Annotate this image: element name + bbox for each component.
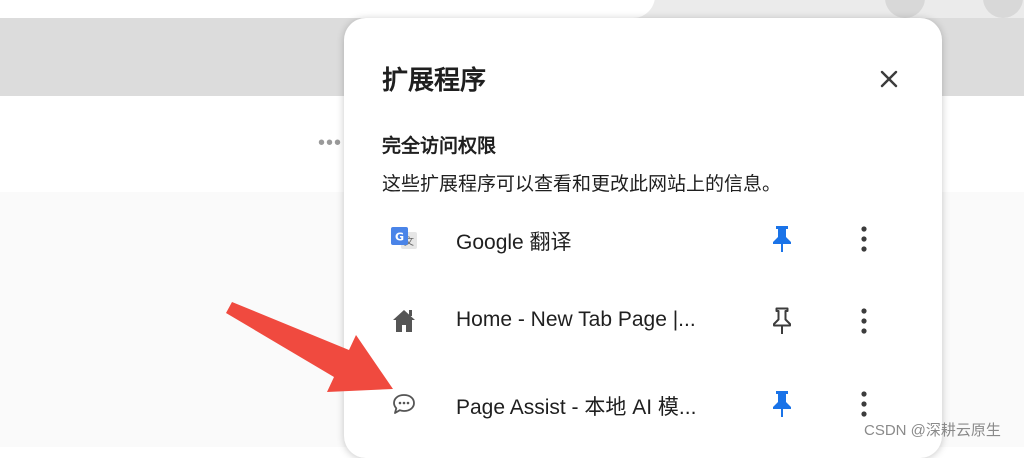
more-vert-icon — [861, 391, 867, 417]
close-icon — [880, 70, 898, 88]
home-icon — [388, 305, 420, 337]
extension-name: Home - New Tab Page |... — [456, 308, 696, 331]
extension-row-page-assist[interactable]: Page Assist - 本地 AI 模... — [344, 374, 942, 434]
pin-button[interactable] — [765, 386, 799, 422]
extensions-popup: 扩展程序 完全访问权限 这些扩展程序可以查看和更改此网站上的信息。 文 G Go… — [344, 18, 942, 458]
close-button[interactable] — [871, 61, 907, 97]
pin-filled-icon — [773, 391, 791, 417]
extension-row-home-new-tab[interactable]: Home - New Tab Page |... — [344, 291, 942, 351]
watermark: CSDN @深耕云原生 — [864, 422, 1001, 439]
pin-filled-icon — [773, 226, 791, 252]
pin-outline-icon — [773, 307, 791, 334]
more-options-dots[interactable]: ••• — [318, 132, 342, 155]
extension-row-google-translate[interactable]: 文 G Google 翻译 — [344, 209, 942, 269]
more-vert-icon — [861, 308, 867, 334]
extension-name: Google 翻译 — [456, 231, 572, 254]
extension-menu-button[interactable] — [852, 221, 876, 257]
section-title: 完全访问权限 — [382, 136, 497, 157]
popup-title: 扩展程序 — [382, 65, 487, 95]
google-translate-icon: 文 G — [388, 223, 420, 255]
extension-name: Page Assist - 本地 AI 模... — [456, 396, 697, 419]
address-bar[interactable] — [0, 0, 655, 18]
pin-button[interactable] — [765, 303, 799, 339]
pin-button[interactable] — [765, 221, 799, 257]
chat-bubble-icon — [388, 388, 420, 420]
extension-menu-button[interactable] — [852, 386, 876, 422]
svg-text:G: G — [395, 231, 404, 244]
extension-menu-button[interactable] — [852, 303, 876, 339]
section-description: 这些扩展程序可以查看和更改此网站上的信息。 — [382, 174, 782, 195]
more-vert-icon — [861, 226, 867, 252]
